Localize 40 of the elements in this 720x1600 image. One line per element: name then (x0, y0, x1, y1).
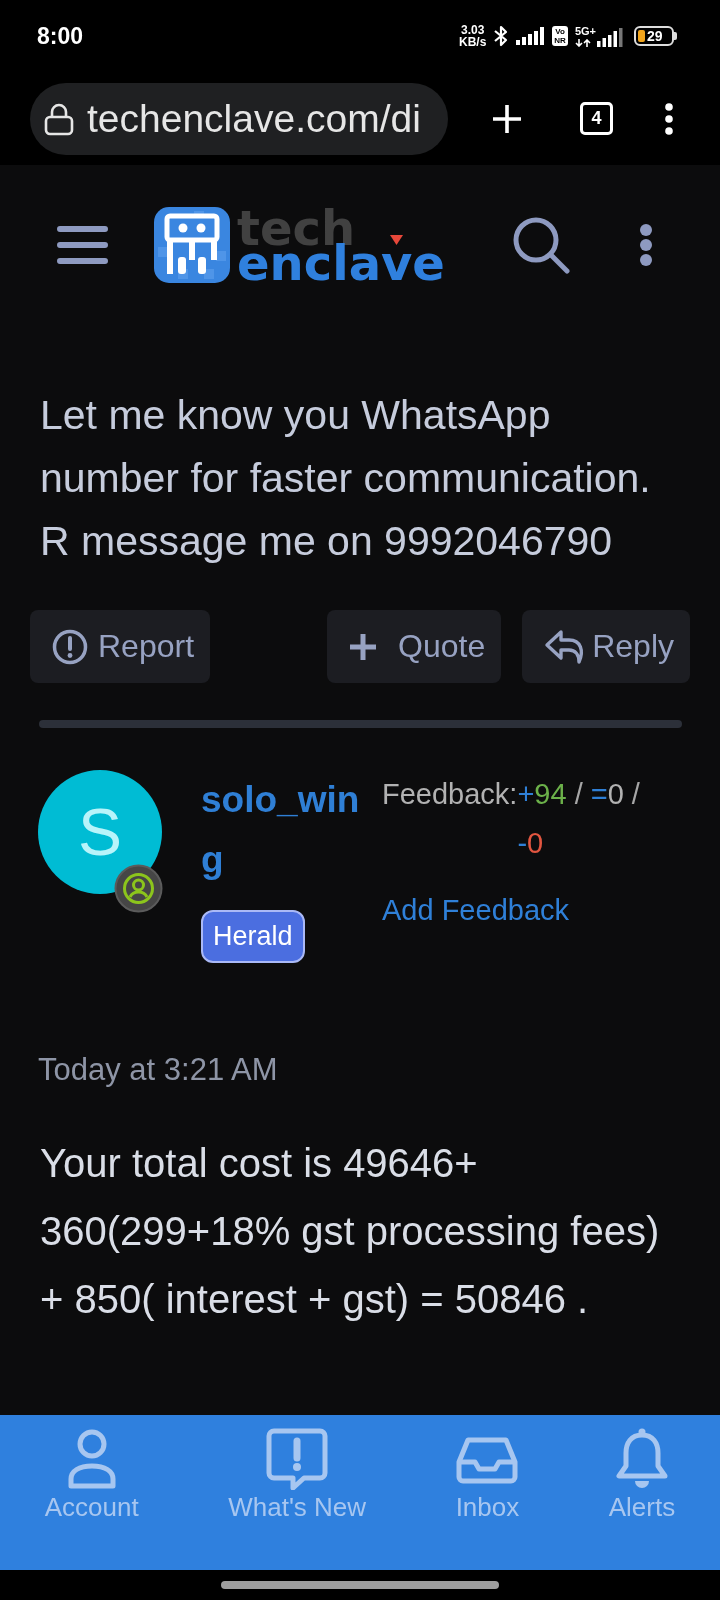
bell-icon (615, 1428, 669, 1490)
menu-icon[interactable] (57, 225, 108, 265)
search-icon[interactable] (511, 216, 570, 274)
exclamation-circle-icon (52, 628, 88, 665)
user-title-badge: Herald (201, 910, 305, 963)
negative-feedback-count: -0 (517, 826, 544, 861)
battery-percentage-text: 29 (647, 29, 663, 43)
vonr-indicator: Vo NR (552, 26, 568, 46)
post-timestamp: Today at 3:21 AM (38, 1051, 279, 1089)
network-type-text: 5G+ (574, 25, 596, 37)
new-tab-icon[interactable] (492, 103, 522, 134)
address-bar[interactable]: techenclave.com/di (30, 82, 448, 155)
person-badge-icon (114, 864, 163, 913)
more-options-icon[interactable] (664, 102, 674, 135)
robot-logo-icon[interactable] (154, 207, 230, 283)
report-button[interactable]: Report (30, 610, 211, 683)
positive-feedback-count: +94 (517, 777, 567, 812)
more-options-icon[interactable] (638, 223, 653, 267)
separator-text: / (631, 777, 640, 812)
neutral-feedback-count: =0 (590, 777, 624, 812)
reply-button[interactable]: Reply (522, 610, 690, 683)
username-link[interactable]: solo_wing (201, 770, 366, 890)
add-feedback-link[interactable]: Add Feedback (382, 893, 569, 927)
signal-icon (597, 27, 623, 47)
triangle-icon (390, 235, 403, 245)
tab-switcher-button[interactable]: 4 (580, 102, 613, 135)
quote-button[interactable]: Quote (327, 610, 502, 683)
feedback-label: Feedback: (382, 777, 518, 812)
data-arrows-icon (574, 38, 591, 47)
clock-time: 8:00 (37, 22, 84, 50)
exclamation-bubble-icon (266, 1428, 329, 1490)
plus-icon (349, 632, 377, 661)
bluetooth-icon (493, 25, 510, 47)
post-text: Let me know you WhatsApp number for faster communication. R message me on 9992046790 (40, 391, 652, 566)
signal-icon (516, 27, 546, 45)
separator-text: / (574, 777, 583, 812)
post-text: Your total cost is 49646+ 360(299+18% gst processing fees) + 850( interest + gst) = 50846 . (40, 1140, 661, 1323)
battery-fill (638, 30, 645, 42)
network-speed-text: 3.03 KB/s (459, 24, 487, 48)
lock-icon (44, 101, 74, 136)
